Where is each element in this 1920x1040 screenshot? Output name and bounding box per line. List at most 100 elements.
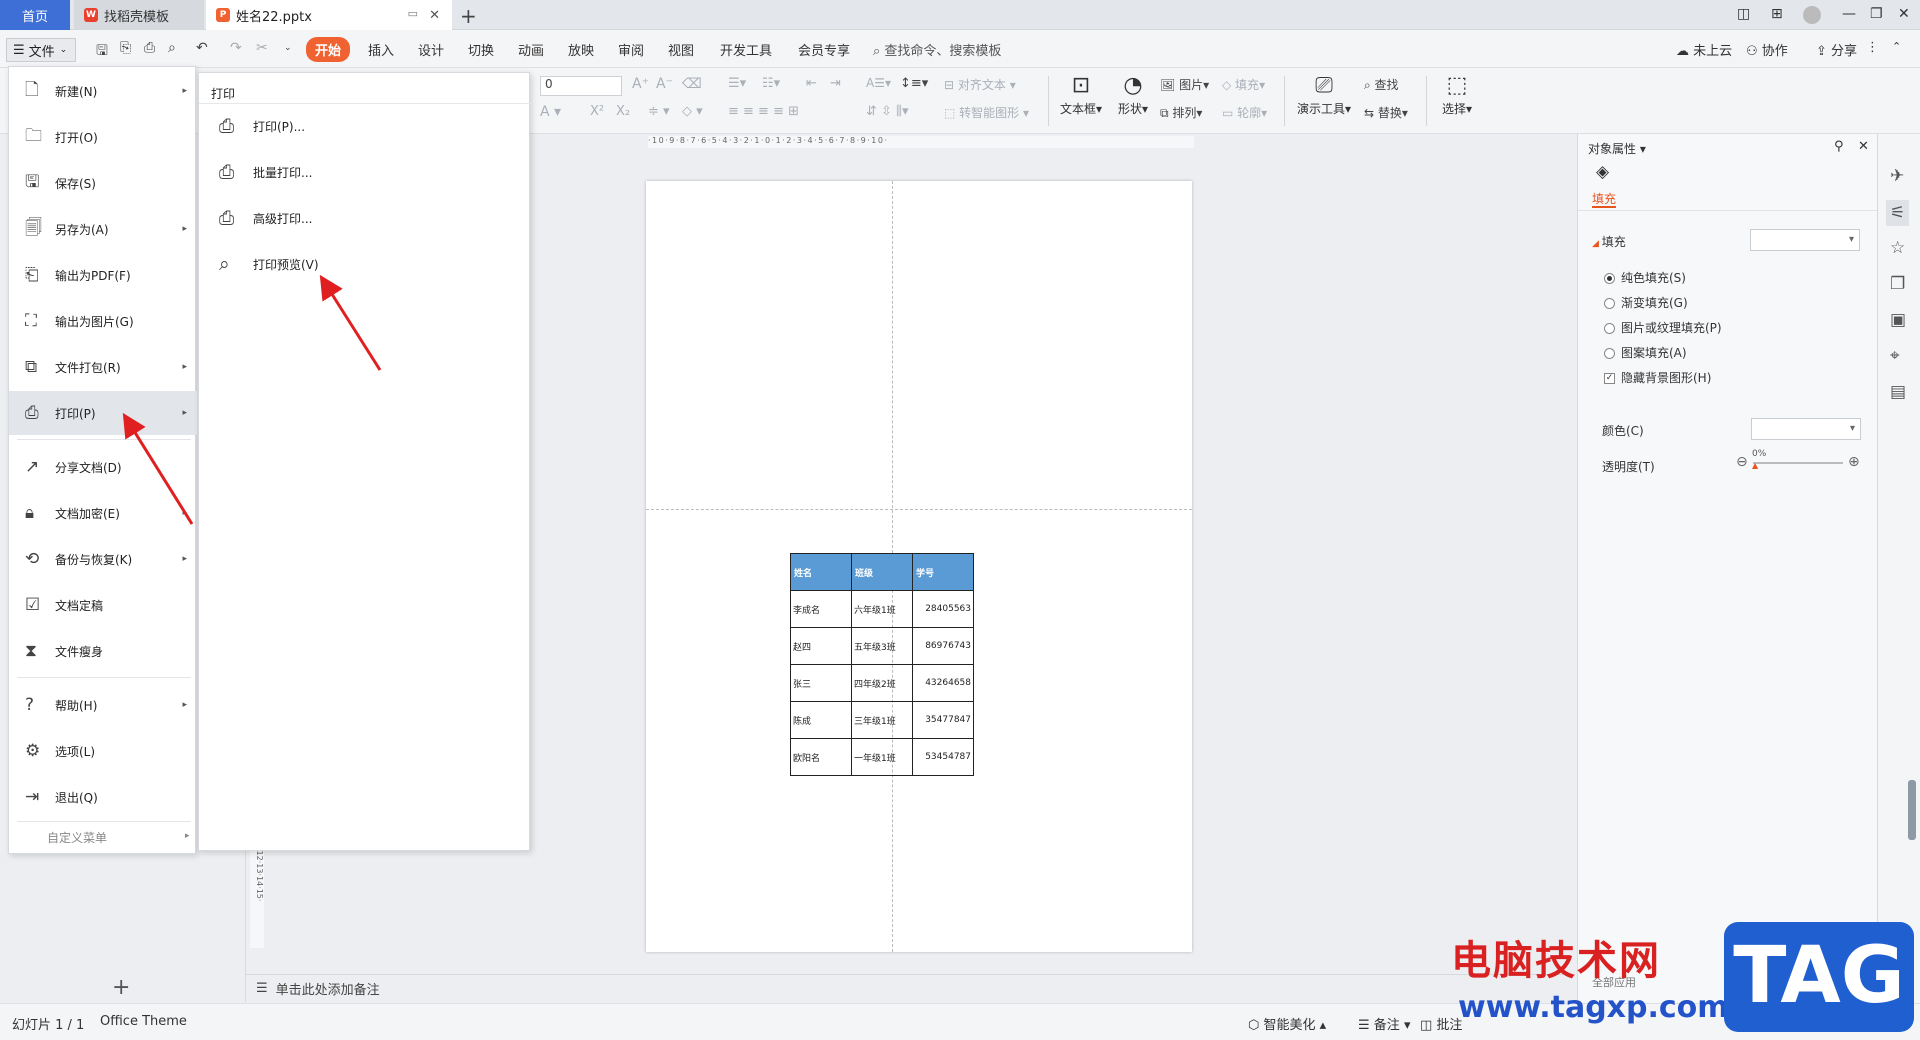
file-menu-finalize[interactable]: ☑ 文档定稿 (9, 583, 197, 627)
file-menu-save[interactable]: 🖫 保存(S) (9, 161, 197, 205)
increase-indent-icon[interactable]: ⇥ (830, 76, 841, 91)
quick-preview-icon[interactable]: ⌕ (168, 40, 176, 56)
collaborate-button[interactable]: ⚇ 协作 (1746, 40, 1788, 59)
transparency-decrease-icon[interactable]: ⊖ (1736, 454, 1748, 470)
file-menu-package[interactable]: ⧉ 文件打包(R) ▸ (9, 345, 197, 389)
font-color-icon[interactable]: A ▾ (540, 104, 561, 120)
grow-font-icon[interactable]: A⁺ (632, 76, 649, 92)
file-menu-slim[interactable]: ⧗ 文件瘦身 (9, 629, 197, 673)
comments-toggle[interactable]: ◫ 批注 (1420, 1014, 1462, 1033)
beautify-button[interactable]: ⬡ 智能美化 ▴ (1248, 1014, 1326, 1033)
new-tab-button[interactable]: + (460, 4, 477, 28)
copy-slides-icon[interactable]: ❐ (1890, 274, 1905, 294)
file-menu-print[interactable]: ⎙ 打印(P) ▸ (9, 391, 197, 435)
align-text-button[interactable]: ⊟ 对齐文本 ▾ (944, 76, 1016, 93)
command-search[interactable]: ⌕ 查找命令、搜索模板 (873, 40, 1001, 59)
image-tool-icon[interactable]: ▣ (1890, 310, 1906, 330)
tab-templates[interactable]: W 找稻壳模板 (74, 0, 204, 30)
tab-pin-icon[interactable]: ▭ (408, 7, 418, 20)
font-size-input[interactable]: 0 (540, 76, 622, 96)
quick-save-icon[interactable]: 🖫 (96, 40, 108, 64)
file-menu-save-as[interactable]: 🗐 另存为(A) ▸ (9, 207, 197, 251)
solid-fill-radio[interactable]: 纯色填充(S) (1604, 269, 1686, 286)
theme-name[interactable]: Office Theme (100, 1014, 187, 1029)
print-button[interactable]: ⎙ 打印(P)... (219, 115, 305, 137)
quick-export-icon[interactable]: ⎘ (120, 40, 131, 56)
add-slide-button[interactable]: + (112, 975, 130, 1000)
textbox-button[interactable]: ⊡ 文本框▾ (1058, 72, 1104, 117)
restore-icon[interactable]: ❐ (1870, 6, 1883, 22)
file-menu-export-pdf[interactable]: ⎗ 输出为PDF(F) (9, 253, 197, 297)
pane-title[interactable]: 对象属性 ▾ (1588, 140, 1646, 157)
replace-button[interactable]: ⇆ 替换▾ (1364, 104, 1408, 121)
close-window-icon[interactable]: ✕ (1898, 6, 1910, 22)
superscript-icon[interactable]: X² (590, 104, 604, 119)
close-tab-icon[interactable]: ✕ (429, 8, 440, 23)
custom-menu-button[interactable]: 自定义菜单 (47, 829, 107, 846)
pattern-fill-radio[interactable]: 图案填充(A) (1604, 344, 1687, 361)
fill-type-dropdown[interactable]: ▾ (1750, 229, 1860, 251)
quick-more-icon[interactable]: ⌄ (284, 43, 292, 53)
advanced-print-button[interactable]: ⎙ 高级打印... (219, 207, 312, 229)
char-spacing-icon[interactable]: ≑ ▾ (648, 104, 670, 119)
picture-fill-radio[interactable]: 图片或纹理填充(P) (1604, 319, 1722, 336)
ribbon-tab-review[interactable]: 审阅 (618, 40, 644, 59)
arrange-button[interactable]: ⧉ 排列▾ (1160, 104, 1202, 121)
shape-button[interactable]: ◔ 形状▾ (1110, 72, 1156, 117)
find-button[interactable]: ⌕ 查找 (1364, 76, 1399, 93)
file-menu-export-image[interactable]: ⛶ 输出为图片(G) (9, 299, 197, 343)
file-menu-exit[interactable]: ⇥ 退出(Q) (9, 775, 197, 819)
picture-button[interactable]: 🖼 图片▾ (1160, 76, 1209, 93)
animation-icon[interactable]: ✈ (1890, 166, 1904, 186)
ribbon-tab-developer[interactable]: 开发工具 (720, 40, 772, 59)
select-button[interactable]: ⬚ 选择▾ (1434, 72, 1480, 117)
file-menu-help[interactable]: ? 帮助(H) ▸ (9, 683, 197, 727)
notes-toggle[interactable]: ☰ 备注 ▾ (1358, 1014, 1410, 1033)
file-menu-button[interactable]: ☰ 文件 ⌄ (6, 38, 76, 62)
slide-table[interactable]: 姓名 班级 学号 李成名 六年级1班 28405563 赵四 五年级3班 869… (790, 553, 974, 776)
undo-icon[interactable]: ↶ (196, 40, 208, 56)
column-buttons[interactable]: ⇵ ⇳ ⫼▾ (866, 104, 909, 119)
clear-format-icon[interactable]: ⌫ (682, 76, 702, 92)
ribbon-tab-insert[interactable]: 插入 (368, 40, 394, 59)
fill-section-header[interactable]: ◢ 填充 (1592, 233, 1626, 250)
smart-shape-button[interactable]: ⬚ 转智能图形 ▾ (944, 104, 1029, 121)
quick-print-icon[interactable]: ⎙ (144, 40, 155, 56)
file-menu-open[interactable]: 🗀 打开(O) (9, 115, 197, 159)
transparency-slider[interactable] (1753, 462, 1843, 464)
tab-document[interactable]: P 姓名22.pptx ▭ ✕ (206, 0, 452, 30)
tab-home[interactable]: 首页 (0, 0, 70, 30)
print-preview-button[interactable]: ⌕ 打印预览(V) (219, 253, 319, 275)
book-icon[interactable]: ▤ (1890, 382, 1906, 402)
ribbon-tab-design[interactable]: 设计 (418, 40, 444, 59)
location-icon[interactable]: ⌖ (1890, 346, 1900, 366)
slider-thumb-icon[interactable]: ▲ (1752, 461, 1758, 470)
file-menu-backup[interactable]: ⟲ 备份与恢复(K) ▸ (9, 537, 197, 581)
pane-tab-fill[interactable]: 填充 (1592, 190, 1616, 207)
apps-grid-icon[interactable]: ⊞ (1771, 6, 1783, 22)
shrink-font-icon[interactable]: A⁻ (656, 76, 673, 92)
subscript-icon[interactable]: X₂ (616, 104, 630, 119)
pin-pane-icon[interactable]: ⚲ (1834, 139, 1844, 154)
close-pane-icon[interactable]: ✕ (1858, 139, 1869, 154)
properties-icon[interactable]: ⚟ (1886, 200, 1910, 226)
decrease-indent-icon[interactable]: ⇤ (806, 76, 817, 91)
file-menu-options[interactable]: ⚙ 选项(L) (9, 729, 197, 773)
batch-print-button[interactable]: ⎙ 批量打印... (219, 161, 312, 183)
avatar[interactable] (1803, 6, 1821, 24)
ribbon-tab-member[interactable]: 会员专享 (798, 40, 850, 59)
minimize-icon[interactable]: — (1842, 6, 1856, 22)
file-menu-share[interactable]: ↗ 分享文档(D) (9, 445, 197, 489)
bullet-list-icon[interactable]: ☰▾ (728, 76, 746, 91)
fill-button[interactable]: ◇ 填充▾ (1222, 76, 1265, 93)
line-spacing-icon[interactable]: ↕≡▾ (900, 76, 928, 91)
ribbon-tab-start[interactable]: 开始 (306, 37, 351, 62)
ribbon-tab-view[interactable]: 视图 (668, 40, 694, 59)
vertical-scrollbar[interactable] (1908, 780, 1916, 840)
align-buttons[interactable]: ≡ ≡ ≡ ≡ ⊞ (728, 104, 799, 119)
text-direction-icon[interactable]: A☰▾ (866, 76, 891, 90)
outline-button[interactable]: ▭ 轮廓▾ (1222, 104, 1267, 121)
redo-icon[interactable]: ↷ (230, 40, 242, 56)
layout-icon[interactable]: ◫ (1737, 6, 1750, 22)
cloud-status-button[interactable]: ☁ 未上云 (1676, 40, 1732, 59)
